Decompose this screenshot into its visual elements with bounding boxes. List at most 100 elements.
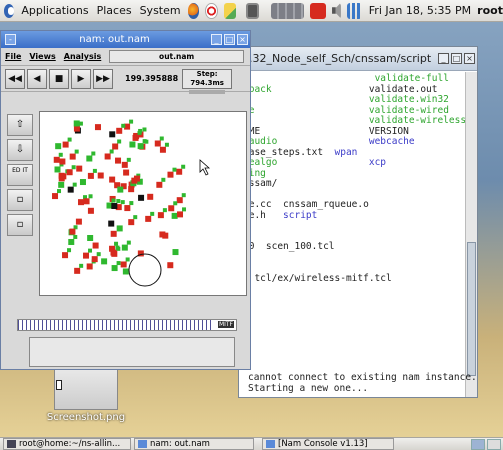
network-node[interactable] [111,261,121,272]
network-node[interactable] [104,149,114,160]
window-menu-icon[interactable]: - [5,34,16,45]
minimize-icon[interactable]: _ [438,53,449,64]
network-node[interactable] [69,149,79,160]
network-node[interactable] [68,234,78,245]
network-node[interactable] [83,248,93,259]
network-node[interactable] [147,193,154,200]
network-icon[interactable] [346,2,362,19]
terminal-scrollbar[interactable] [465,72,477,397]
network-node[interactable] [87,168,97,179]
network-node[interactable] [109,131,116,138]
network-node[interactable] [123,169,130,176]
network-node[interactable] [108,220,115,227]
monitor-icon[interactable] [246,2,260,19]
network-node[interactable] [122,268,129,275]
network-node[interactable] [167,167,177,178]
edit-button[interactable]: ED IT [7,164,33,186]
fast-forward-icon[interactable]: ▶▶ [93,68,113,89]
gnome-foot-icon[interactable] [4,3,15,18]
network-node[interactable] [172,249,179,256]
network-node[interactable] [58,181,65,188]
network-node[interactable] [157,208,167,219]
network-node[interactable] [145,211,155,222]
network-node[interactable] [138,194,145,201]
network-node[interactable] [52,189,62,200]
menu-views[interactable]: Views [29,52,55,61]
menu-places[interactable]: Places [93,4,136,17]
task-nam-console[interactable]: [Nam Console v1.13] [262,438,394,450]
network-node[interactable] [69,228,76,235]
network-node[interactable] [129,141,136,148]
network-node[interactable] [91,252,101,263]
network-node[interactable] [171,212,178,219]
terminal-titlebar[interactable]: .32_Node_self_Sch/cnssam/script _ □ × [239,47,477,71]
network-node[interactable] [87,234,94,241]
network-node[interactable] [124,201,134,212]
network-node[interactable] [154,136,164,147]
network-node[interactable] [124,119,134,130]
workspace-2[interactable] [487,438,501,450]
menu-system[interactable]: System [136,4,185,17]
network-node[interactable] [159,142,169,153]
task-nam[interactable]: nam: out.nam [134,438,254,450]
network-node[interactable] [116,123,126,134]
close-icon[interactable]: × [464,53,475,64]
network-node[interactable] [75,218,82,225]
network-node[interactable] [76,165,83,172]
network-node[interactable] [86,151,96,162]
network-node[interactable] [133,175,140,182]
network-node[interactable] [177,207,187,218]
network-node[interactable] [87,207,94,214]
network-node[interactable] [176,193,186,204]
network-animation-canvas[interactable] [39,111,247,296]
nam-annotation-panel[interactable] [29,337,235,367]
network-node[interactable] [58,172,65,179]
workspace-switcher[interactable] [471,438,503,450]
network-node[interactable] [94,124,101,131]
menu-file[interactable]: File [5,52,21,61]
network-node[interactable] [66,165,76,176]
network-node[interactable] [74,263,84,274]
play-forward-icon[interactable]: ▶ [71,68,91,89]
zoom-in-icon[interactable]: ⇧ [7,114,33,136]
network-node[interactable] [79,179,86,186]
network-node[interactable] [168,201,178,212]
update-notifier-icon[interactable] [309,2,327,19]
task-terminal[interactable]: root@home:~/ns-allin... [3,438,131,450]
network-node[interactable] [128,215,138,226]
step-control[interactable]: Step: 794.3ms [182,68,233,94]
network-node[interactable] [55,143,62,150]
close-icon[interactable]: × [237,34,248,45]
network-node[interactable] [115,157,122,164]
maximize-icon[interactable]: □ [451,53,462,64]
terminal-body[interactable]: validate-full hback validate.out validate… [239,72,465,397]
network-node[interactable] [156,177,166,188]
nam-timeline[interactable]: MITF [17,319,237,331]
network-node[interactable] [92,242,99,249]
zoom-out-icon[interactable]: ⇩ [7,139,33,161]
network-node[interactable] [73,120,80,127]
network-node[interactable] [59,158,66,165]
network-node[interactable] [62,248,72,259]
clock[interactable]: Fri Jan 18, 5:35 PM [369,4,471,17]
network-node[interactable] [117,186,124,193]
minimize-icon[interactable]: _ [211,34,222,45]
menu-applications[interactable]: Applications [17,4,92,17]
network-node[interactable] [167,262,174,269]
network-node[interactable] [162,232,169,239]
network-node[interactable] [128,186,135,193]
firefox-icon[interactable] [187,2,200,19]
network-node[interactable] [121,157,131,168]
network-node[interactable] [112,139,122,150]
network-node[interactable] [97,172,104,179]
menu-analysis[interactable]: Analysis [64,52,102,61]
network-node[interactable] [110,230,117,237]
pan-slider-icon[interactable]: ▫ [7,189,33,211]
stop-icon[interactable]: ■ [49,68,69,89]
play-backward-icon[interactable]: ◀ [27,68,47,89]
help-icon[interactable] [205,2,218,19]
maximize-icon[interactable]: □ [224,34,235,45]
system-tray-icon[interactable] [271,2,304,19]
workspace-1[interactable] [471,438,485,450]
network-node[interactable] [67,182,77,193]
